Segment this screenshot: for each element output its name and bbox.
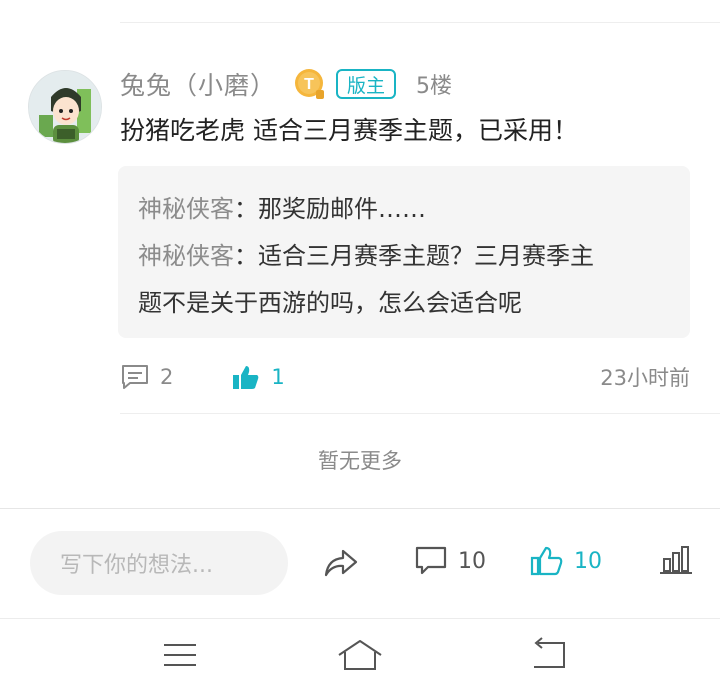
- top-divider: [120, 22, 720, 23]
- reply-item[interactable]: 神秘侠客：适合三月赛季主题？三月赛季主题不是关于西游的吗，怎么会适合呢: [138, 233, 670, 327]
- no-more-label: 暂无更多: [318, 449, 402, 473]
- moderator-badge: 版主: [336, 69, 397, 99]
- reply-separator: ：: [234, 242, 258, 270]
- reply-text: 适合三月赛季主题？三月赛季主: [258, 242, 594, 270]
- nav-back-button[interactable]: [530, 637, 570, 677]
- content-divider: [120, 413, 720, 414]
- reply-author[interactable]: 神秘侠客: [138, 195, 234, 223]
- post-timestamp: 23小时前: [600, 366, 690, 390]
- thumbs-up-outline-icon: [530, 546, 563, 576]
- avatar-illustration: [29, 71, 101, 143]
- comments-count: 10: [458, 548, 486, 574]
- comment-input[interactable]: 写下你的想法...: [30, 531, 288, 595]
- likes-button[interactable]: 10: [530, 545, 602, 577]
- svg-text:T: T: [304, 76, 314, 93]
- comment-count: 2: [160, 365, 174, 389]
- like-button[interactable]: 1: [231, 363, 285, 391]
- comment-bubble-icon: [415, 546, 447, 575]
- nav-menu-button[interactable]: [162, 637, 198, 677]
- bottom-action-bar: 写下你的想法... 10 10: [0, 508, 720, 618]
- floor-number: 5楼: [416, 74, 453, 99]
- reply-author[interactable]: 神秘侠客: [138, 242, 234, 270]
- thumbs-up-icon: [233, 366, 259, 389]
- comment-icon: [122, 365, 148, 389]
- system-nav-bar: [0, 618, 720, 699]
- comment-button[interactable]: 2: [120, 363, 173, 391]
- level-t-badge-icon: T: [294, 68, 326, 100]
- reply-item[interactable]: 神秘侠客：那奖励邮件……: [138, 186, 670, 233]
- menu-icon: [164, 644, 196, 666]
- avatar[interactable]: [28, 70, 102, 144]
- like-count: 1: [271, 365, 285, 389]
- post-header: 兔兔（小磨） T 版主 5楼: [120, 64, 452, 104]
- share-button[interactable]: [323, 547, 359, 579]
- post-content: 扮猪吃老虎 适合三月赛季主题，已采用！: [120, 116, 578, 145]
- home-icon: [338, 640, 382, 670]
- comments-button[interactable]: 10: [414, 545, 486, 577]
- replies-box[interactable]: 神秘侠客：那奖励邮件…… 神秘侠客：适合三月赛季主题？三月赛季主题不是关于西游的…: [118, 166, 690, 338]
- post-actions: 2 1 23小时前: [120, 356, 690, 398]
- username[interactable]: 兔兔（小磨）: [120, 66, 276, 102]
- reply-text: 那奖励邮件……: [258, 195, 426, 223]
- share-icon: [324, 549, 358, 577]
- back-icon: [534, 637, 565, 668]
- stats-button[interactable]: [660, 545, 692, 575]
- nav-home-button[interactable]: [336, 637, 384, 677]
- reply-text-continued: 题不是关于西游的吗，怎么会适合呢: [138, 289, 522, 317]
- reply-separator: ：: [234, 195, 258, 223]
- bar-chart-icon: [660, 546, 692, 574]
- likes-count: 10: [574, 548, 602, 574]
